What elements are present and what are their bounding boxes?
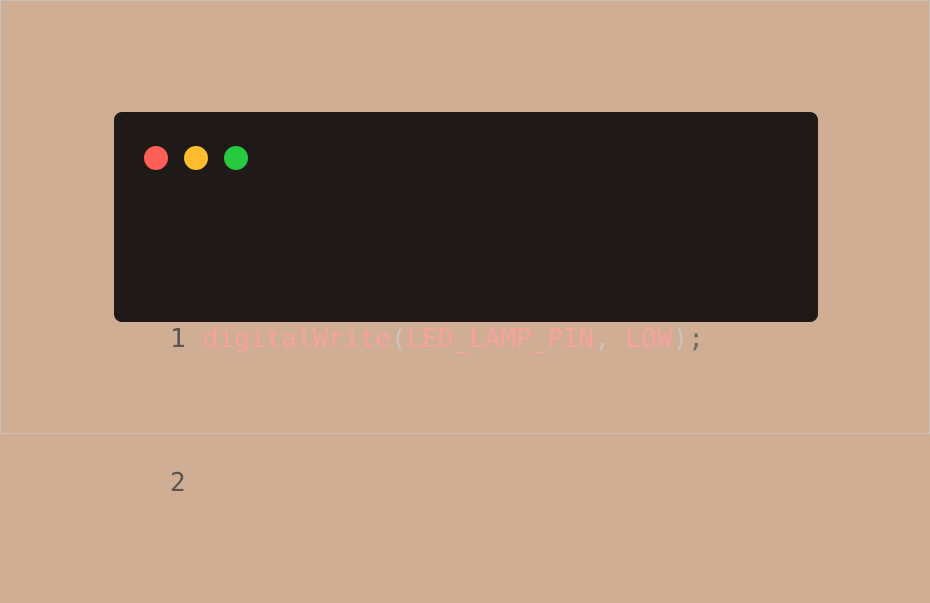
open-paren-token: ( <box>390 324 407 354</box>
line-number: 2 <box>170 468 186 498</box>
code-window: 1 digitalWrite(LED_LAMP_PIN, LOW); 2 <box>114 112 818 498</box>
code-line: 1 digitalWrite(LED_LAMP_PIN, LOW); <box>170 315 704 363</box>
comma-token: , <box>594 324 610 354</box>
code-line: 2 <box>170 459 704 507</box>
semicolon-token: ; <box>688 324 704 354</box>
function-name-token: digitalWrite <box>203 324 391 354</box>
page-background: { "colors": { "background": "#d0ae94", "… <box>0 0 930 498</box>
argument-token: LOW <box>625 324 673 354</box>
zoom-dot-icon[interactable] <box>224 146 248 170</box>
close-dot-icon[interactable] <box>144 146 168 170</box>
code-block: 1 digitalWrite(LED_LAMP_PIN, LOW); 2 <box>170 219 704 603</box>
argument-token: LED_LAMP_PIN <box>406 324 595 354</box>
close-paren-token: ) <box>672 324 689 354</box>
line-number: 1 <box>170 324 186 354</box>
minimize-dot-icon[interactable] <box>184 146 208 170</box>
